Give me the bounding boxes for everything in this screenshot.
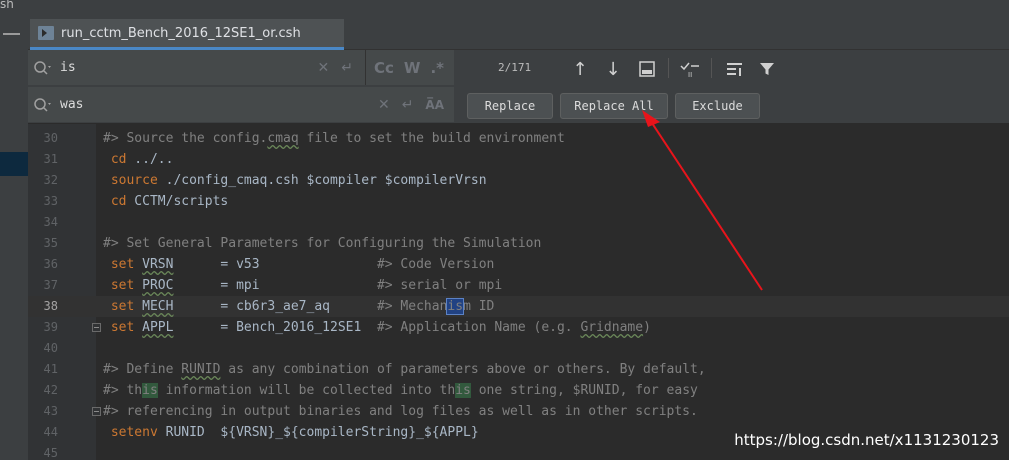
fold-marker-icon[interactable] bbox=[92, 407, 101, 416]
line-number: 41 bbox=[43, 362, 58, 376]
replace-input[interactable]: was bbox=[60, 97, 378, 112]
line-number: 39 bbox=[43, 320, 58, 334]
search-match: is bbox=[142, 383, 158, 398]
line-number: 33 bbox=[43, 194, 58, 208]
fold-marker-icon[interactable] bbox=[92, 323, 101, 332]
tab-run-cctm-script[interactable]: run_cctm_Bench_2016_12SE1_or.csh bbox=[30, 19, 344, 50]
current-search-match: is bbox=[446, 298, 465, 315]
line-number: 31 bbox=[43, 152, 58, 166]
toolbar-separator bbox=[668, 58, 669, 78]
clear-search-icon[interactable]: ✕ bbox=[318, 60, 330, 76]
line-number: 45 bbox=[43, 446, 58, 460]
new-line-icon[interactable]: ↵ bbox=[341, 60, 353, 76]
code-text: set PROC = mpi #> serial or mpi bbox=[110, 278, 503, 293]
watermark-text: https://blog.csdn.net/x1131230123 bbox=[734, 431, 999, 449]
code-line[interactable]: 35 #> Set General Parameters for Configur… bbox=[28, 233, 1009, 254]
shell-file-icon bbox=[38, 26, 54, 40]
code-line[interactable]: 31 cd ../.. bbox=[28, 149, 1009, 170]
code-line[interactable]: 32 source ./config_cmaq.csh $compiler $c… bbox=[28, 170, 1009, 191]
match-counter: 2/171 bbox=[498, 61, 532, 74]
search-field[interactable]: is ✕ ↵ Cc W .* bbox=[28, 50, 454, 85]
code-text: set MECH = cb6r3_ae7_aq #> Mechanism ID bbox=[110, 298, 495, 315]
code-text: cd ../.. bbox=[110, 152, 174, 167]
field-separator bbox=[365, 50, 366, 85]
tab-label: run_cctm_Bench_2016_12SE1_or.csh bbox=[61, 25, 301, 41]
next-occurrence-arrow-down-icon[interactable]: ↓ bbox=[601, 57, 625, 81]
line-number: 36 bbox=[43, 257, 58, 271]
code-line[interactable]: 30 #> Source the config.cmaq file to set … bbox=[28, 128, 1009, 149]
code-text: #> Source the config.cmaq file to set th… bbox=[103, 131, 565, 146]
editor-tab-bar: run_cctm_Bench_2016_12SE1_or.csh bbox=[28, 0, 1009, 50]
code-text: setenv RUNID ${VRSN}_${compilerString}_$… bbox=[110, 425, 479, 440]
code-text: #> Define RUNID as any combination of pa… bbox=[103, 362, 706, 377]
code-text: #> Set General Parameters for Configurin… bbox=[103, 236, 542, 251]
select-all-occurrences-icon[interactable] bbox=[635, 57, 659, 81]
show-filter-popup-icon[interactable] bbox=[723, 57, 747, 81]
replace-field[interactable]: was ✕ ↵ A̅A bbox=[28, 87, 454, 122]
svg-text:II: II bbox=[688, 71, 692, 78]
search-icon[interactable] bbox=[32, 58, 54, 78]
code-line[interactable]: 38 set MECH = cb6r3_ae7_aq #> Mechanism … bbox=[28, 296, 1009, 317]
code-text: set APPL = Bench_2016_12SE1 #> Applicati… bbox=[110, 320, 651, 335]
left-tool-strip: sh bbox=[0, 0, 28, 460]
code-line[interactable]: 40 bbox=[28, 338, 1009, 359]
code-text: cd CCTM/scripts bbox=[110, 194, 229, 209]
code-line[interactable]: 34 bbox=[28, 212, 1009, 233]
line-number: 38 bbox=[43, 299, 58, 313]
minimize-icon[interactable] bbox=[3, 33, 20, 35]
line-number: 34 bbox=[43, 215, 58, 229]
code-line[interactable]: 42 #> this information will be collected … bbox=[28, 380, 1009, 401]
previous-occurrence-arrow-up-icon[interactable]: ↑ bbox=[568, 57, 592, 81]
code-text: set VRSN = v53 #> Code Version bbox=[110, 257, 495, 272]
code-line[interactable]: 36 set VRSN = v53 #> Code Version bbox=[28, 254, 1009, 275]
code-text: #> referencing in output binaries and lo… bbox=[103, 404, 698, 419]
in-selection-checklist-icon[interactable]: II bbox=[678, 57, 702, 81]
toolbar-separator bbox=[711, 58, 712, 78]
code-line[interactable]: 33 cd CCTM/scripts bbox=[28, 191, 1009, 212]
line-number: 37 bbox=[43, 278, 58, 292]
code-text: #> this information will be collected in… bbox=[103, 383, 698, 398]
find-replace-bar: is ✕ ↵ Cc W .* was ✕ ↵ A̅A 2/171 ↑ ↓ II … bbox=[28, 50, 1009, 124]
preserve-case-toggle[interactable]: A̅A bbox=[425, 98, 444, 112]
window-title-fragment: sh bbox=[0, 0, 14, 11]
search-match: is bbox=[455, 383, 471, 398]
replace-new-line-icon[interactable]: ↵ bbox=[402, 97, 414, 113]
code-line[interactable]: 37 set PROC = mpi #> serial or mpi bbox=[28, 275, 1009, 296]
line-number: 44 bbox=[43, 425, 58, 439]
project-tree-selection[interactable] bbox=[0, 152, 28, 176]
exclude-button[interactable]: Exclude bbox=[675, 93, 760, 119]
line-number: 35 bbox=[43, 236, 58, 250]
replace-button[interactable]: Replace bbox=[467, 93, 553, 119]
line-number: 43 bbox=[43, 404, 58, 418]
code-line[interactable]: 39 set APPL = Bench_2016_12SE1 #> Applic… bbox=[28, 317, 1009, 338]
line-number: 30 bbox=[43, 131, 58, 145]
replace-search-icon[interactable] bbox=[32, 95, 54, 115]
code-editor[interactable]: 30 #> Source the config.cmaq file to set … bbox=[28, 124, 1009, 460]
search-input[interactable]: is bbox=[60, 60, 318, 75]
code-text: source ./config_cmaq.csh $compiler $comp… bbox=[110, 173, 487, 188]
line-number: 32 bbox=[43, 173, 58, 187]
line-number: 40 bbox=[43, 341, 58, 355]
code-line[interactable]: 43 #> referencing in output binaries and … bbox=[28, 401, 1009, 422]
replace-all-button[interactable]: Replace All bbox=[560, 93, 668, 119]
code-line[interactable]: 41 #> Define RUNID as any combination of … bbox=[28, 359, 1009, 380]
filter-icon[interactable] bbox=[755, 57, 779, 81]
line-number: 42 bbox=[43, 383, 58, 397]
clear-replace-icon[interactable]: ✕ bbox=[378, 97, 390, 113]
regex-toggle[interactable]: .* bbox=[430, 59, 444, 77]
whole-words-toggle[interactable]: W bbox=[404, 59, 421, 77]
match-case-toggle[interactable]: Cc bbox=[374, 59, 394, 77]
